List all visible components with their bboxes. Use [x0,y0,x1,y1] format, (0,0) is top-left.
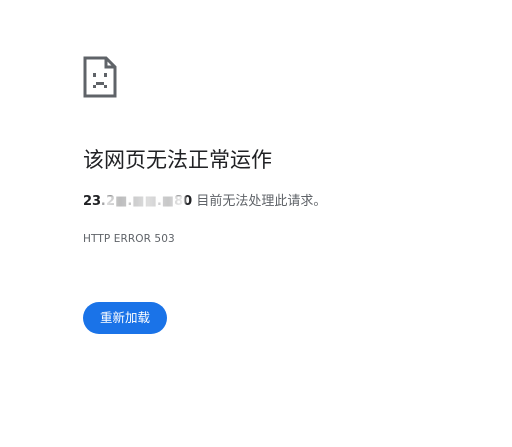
sad-page-icon [82,55,118,99]
error-message: 目前无法处理此请求。 [192,194,327,209]
host-address: 23.2■.■■.■80 [83,192,192,212]
error-page: 该网页无法正常运作 23.2■.■■.■80 目前无法处理此请求。 HTTP E… [0,0,512,447]
error-description: 23.2■.■■.■80 目前无法处理此请求。 [83,192,326,212]
error-code: HTTP ERROR 503 [83,233,175,245]
page-title: 该网页无法正常运作 [83,148,272,172]
redaction-blur [103,195,185,209]
reload-button[interactable]: 重新加载 [83,302,167,334]
